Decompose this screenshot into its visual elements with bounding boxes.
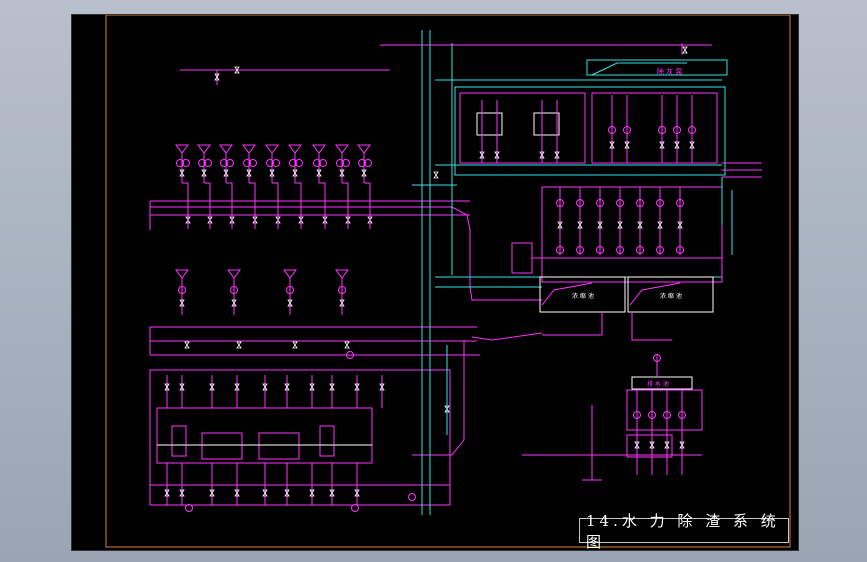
valve-icon (433, 171, 439, 179)
hopper-icon (312, 144, 326, 154)
sump-pump-box (511, 242, 533, 274)
hopper-icon (175, 144, 189, 154)
drain-pump-box (626, 434, 673, 458)
valve-icon (344, 341, 350, 349)
nozzle-branch (272, 182, 279, 197)
hopper-icon (357, 144, 371, 154)
valve-icon (184, 341, 190, 349)
nozzle-branch (204, 182, 211, 197)
hopper-icon (219, 144, 233, 154)
nozzle-branch (182, 182, 189, 197)
nozzle-branch (319, 182, 326, 197)
crusher-box (258, 432, 300, 460)
nozzle-branch (364, 182, 371, 197)
concentrator-tank-label-2: 浓 缩 池 (660, 292, 682, 300)
hopper-gate (171, 425, 187, 457)
pump-unit (476, 112, 503, 136)
sump-frame (626, 389, 703, 431)
hopper-gate (319, 425, 335, 457)
hopper-icon (288, 144, 302, 154)
pump-house (454, 86, 726, 176)
hopper-icon (335, 269, 349, 279)
ash-hopper-frame (156, 407, 373, 464)
hopper-icon (335, 144, 349, 154)
nozzle-branch (226, 182, 233, 197)
tank-outlet (542, 312, 603, 336)
drawing-title: 14.水 力 除 渣 系 统 图 (579, 512, 789, 551)
nozzle-branch (342, 182, 349, 197)
hopper-icon (197, 144, 211, 154)
pump-unit (533, 112, 560, 136)
concentrator-frame (541, 186, 723, 283)
pump-room-right (591, 92, 718, 164)
valve-icon (292, 341, 298, 349)
hopper-icon (283, 269, 297, 279)
valve-icon (682, 46, 688, 54)
hopper-icon (175, 269, 189, 279)
concentrator-tank-label-1: 浓 缩 池 (572, 292, 594, 300)
piping-diagram: 除 灰 泵浓 缩 池 浓 缩 池排 水 池 (105, 15, 791, 548)
hopper-icon (227, 269, 241, 279)
pump-icon (408, 493, 416, 501)
drawing-sheet: 除 灰 泵浓 缩 池 浓 缩 池排 水 池 14.水 力 除 渣 系 统 图 (71, 14, 799, 551)
pump-icon (185, 504, 193, 512)
nozzle-branch (249, 182, 256, 197)
pump-icon (351, 504, 359, 512)
crusher-box (201, 432, 243, 460)
sluice-trench-upper (150, 206, 542, 301)
sump-label: 排 水 池 (647, 380, 669, 388)
tank-outlet-2 (631, 312, 672, 341)
nozzle-branch (295, 182, 302, 197)
drawing-frame (105, 15, 791, 548)
hopper-icon (242, 144, 256, 154)
sluice-trench-mid (471, 332, 543, 341)
sluice-trench-right (412, 340, 465, 456)
hopper-icon (265, 144, 279, 154)
pump-house-label: 除 灰 泵 (657, 67, 682, 76)
pump-room-left (459, 92, 586, 164)
valve-icon (236, 341, 242, 349)
